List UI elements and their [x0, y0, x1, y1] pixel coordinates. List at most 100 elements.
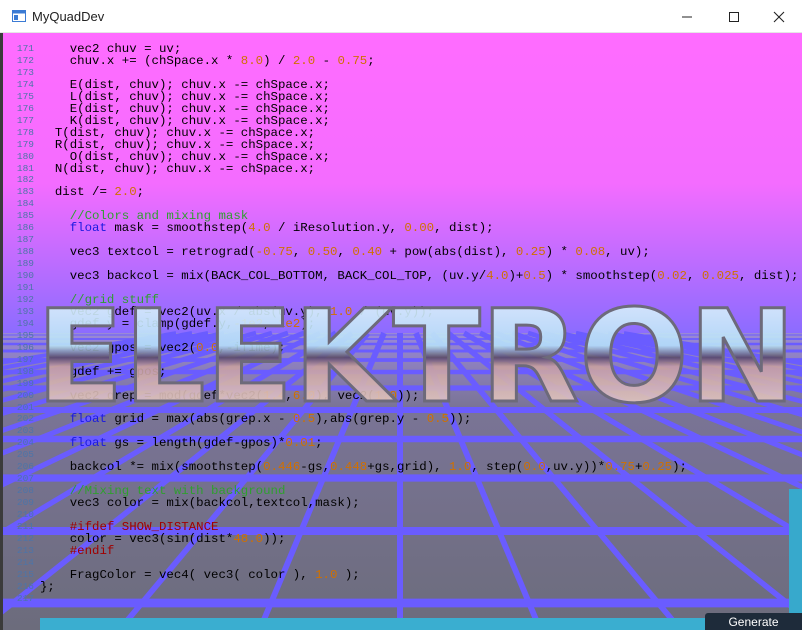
code-text: };: [40, 581, 55, 593]
horizontal-scrollbar[interactable]: [40, 618, 802, 630]
code-text: #endif: [40, 544, 115, 558]
code-token: ) * smoothstep(: [545, 269, 658, 284]
code-token: ;: [136, 185, 145, 200]
code-token: ) *: [545, 245, 576, 260]
line-number: 213: [16, 544, 34, 556]
line-number: 204: [16, 437, 34, 449]
code-token: 0.446: [263, 460, 301, 475]
title-bar: MyQuadDev: [0, 0, 802, 33]
code-token: FragColor = vec4( vec3( color ),: [40, 567, 316, 582]
line-number: 184: [16, 198, 34, 210]
code-text: backcol *= mix(smoothstep(0.446-gs,0.448…: [40, 461, 687, 473]
code-token: +gs,grid),: [367, 460, 449, 475]
line-number: 185: [16, 210, 34, 222]
code-token: 2.0: [114, 185, 137, 200]
generate-button[interactable]: Generate: [705, 613, 802, 630]
close-button[interactable]: [756, 0, 802, 33]
code-token: , uv);: [605, 245, 650, 260]
close-icon: [773, 11, 785, 23]
line-number: 177: [16, 114, 34, 126]
line-number: 200: [16, 389, 34, 401]
code-token: -0.75: [255, 245, 293, 260]
code-token: 1.0: [315, 567, 338, 582]
shader-editor[interactable]: 171 vec2 chuv = uv; 172 chuv.x += (chSpac…: [0, 33, 802, 630]
vertical-scrollbar[interactable]: [789, 489, 802, 619]
watermark-text: ELEKTRON: [36, 301, 796, 411]
code-token: 0.0: [523, 460, 546, 475]
code-token: 0.75: [605, 460, 635, 475]
line-number: 193: [16, 305, 34, 317]
code-text: vec3 backcol = mix(BACK_COL_BOTTOM, BACK…: [40, 270, 799, 282]
minimize-button[interactable]: [664, 0, 710, 33]
line-number: 194: [16, 317, 34, 329]
maximize-button[interactable]: [711, 0, 757, 33]
line-number: 181: [16, 162, 34, 174]
code-token: vec3 backcol = mix(BACK_COL_BOTTOM, BACK…: [40, 269, 487, 284]
code-token: );: [672, 460, 687, 475]
line-number: 195: [16, 329, 34, 341]
line-number: 172: [16, 54, 34, 66]
line-number: 215: [16, 568, 34, 580]
elektron-watermark: ELEKTRON: [35, 301, 798, 411]
code-text: N(dist, chuv); chuv.x -= chSpace.x;: [40, 162, 315, 174]
code-token: -: [315, 53, 338, 68]
line-number: 171: [16, 43, 34, 54]
line-number: 182: [16, 174, 34, 186]
code-token: float: [69, 436, 107, 451]
code-token: backcol *= mix(smoothstep(: [40, 460, 264, 475]
code-token: 1.0: [449, 460, 472, 475]
code-token: float: [69, 412, 107, 427]
line-number: 199: [16, 377, 34, 389]
line-number: 214: [16, 556, 34, 568]
code-token: ),abs(grep.y -: [315, 412, 427, 427]
code-token: 0.75: [337, 53, 368, 68]
code-token: ;: [315, 436, 323, 451]
line-number: 196: [16, 341, 34, 353]
app-icon: [12, 10, 26, 22]
code-token: + pow(abs(dist),: [382, 245, 516, 260]
line-number: 191: [16, 282, 34, 293]
code-text: float gs = length(gdef-gpos)*0.01;: [40, 437, 323, 449]
code-text: dist /= 2.0;: [40, 186, 144, 198]
code-token: ,: [686, 269, 702, 284]
code-token: ;: [367, 53, 375, 68]
line-number: 180: [16, 150, 34, 162]
line-number: 203: [16, 425, 34, 437]
code-text: float grid = max(abs(grep.x - 0.5),abs(g…: [40, 412, 472, 427]
code-token: 0.01: [285, 436, 316, 451]
code-token: -gs,: [300, 460, 331, 475]
code-token: , step(: [471, 460, 524, 475]
code-token: 0.02: [657, 269, 687, 284]
line-number: 186: [16, 222, 34, 234]
code-token: 0.00: [404, 221, 435, 236]
code-token: 0.025: [701, 269, 739, 284]
window-title: MyQuadDev: [32, 9, 105, 24]
line-number: 187: [16, 234, 34, 246]
code-token: 0.08: [575, 245, 606, 260]
maximize-icon: [729, 12, 739, 22]
code-token: / iResolution.y,: [270, 221, 405, 236]
code-token: ,: [292, 245, 308, 260]
code-text: FragColor = vec4( vec3( color ), 1.0 );: [40, 569, 360, 581]
line-number: 212: [16, 532, 34, 544]
code-token: 4.0: [486, 269, 509, 284]
code-token: 0.40: [352, 245, 383, 260]
line-number: 192: [16, 293, 34, 305]
code-token: dist /=: [40, 185, 115, 200]
code-token: vec3 color = mix(backcol,textcol,mask);: [40, 496, 360, 511]
code-token: gs = length(gdef-gpos)*: [106, 436, 286, 451]
line-number: 216: [16, 580, 34, 592]
line-number: 210: [16, 509, 34, 521]
code-text: chuv.x += (chSpace.x * 8.0) / 2.0 - 0.75…: [40, 55, 375, 67]
code-token: ,uv.y))*: [545, 460, 606, 475]
code-token: 0.5: [292, 412, 316, 427]
code-text: vec3 textcol = retrograd(-0.75, 0.50, 0.…: [40, 246, 650, 258]
line-number: 209: [16, 497, 34, 509]
code-token: };: [40, 579, 55, 594]
line-number: 190: [16, 270, 34, 282]
code-token: 2.0: [292, 53, 316, 68]
code-token: 0.25: [515, 245, 546, 260]
minimize-icon: [682, 16, 692, 18]
